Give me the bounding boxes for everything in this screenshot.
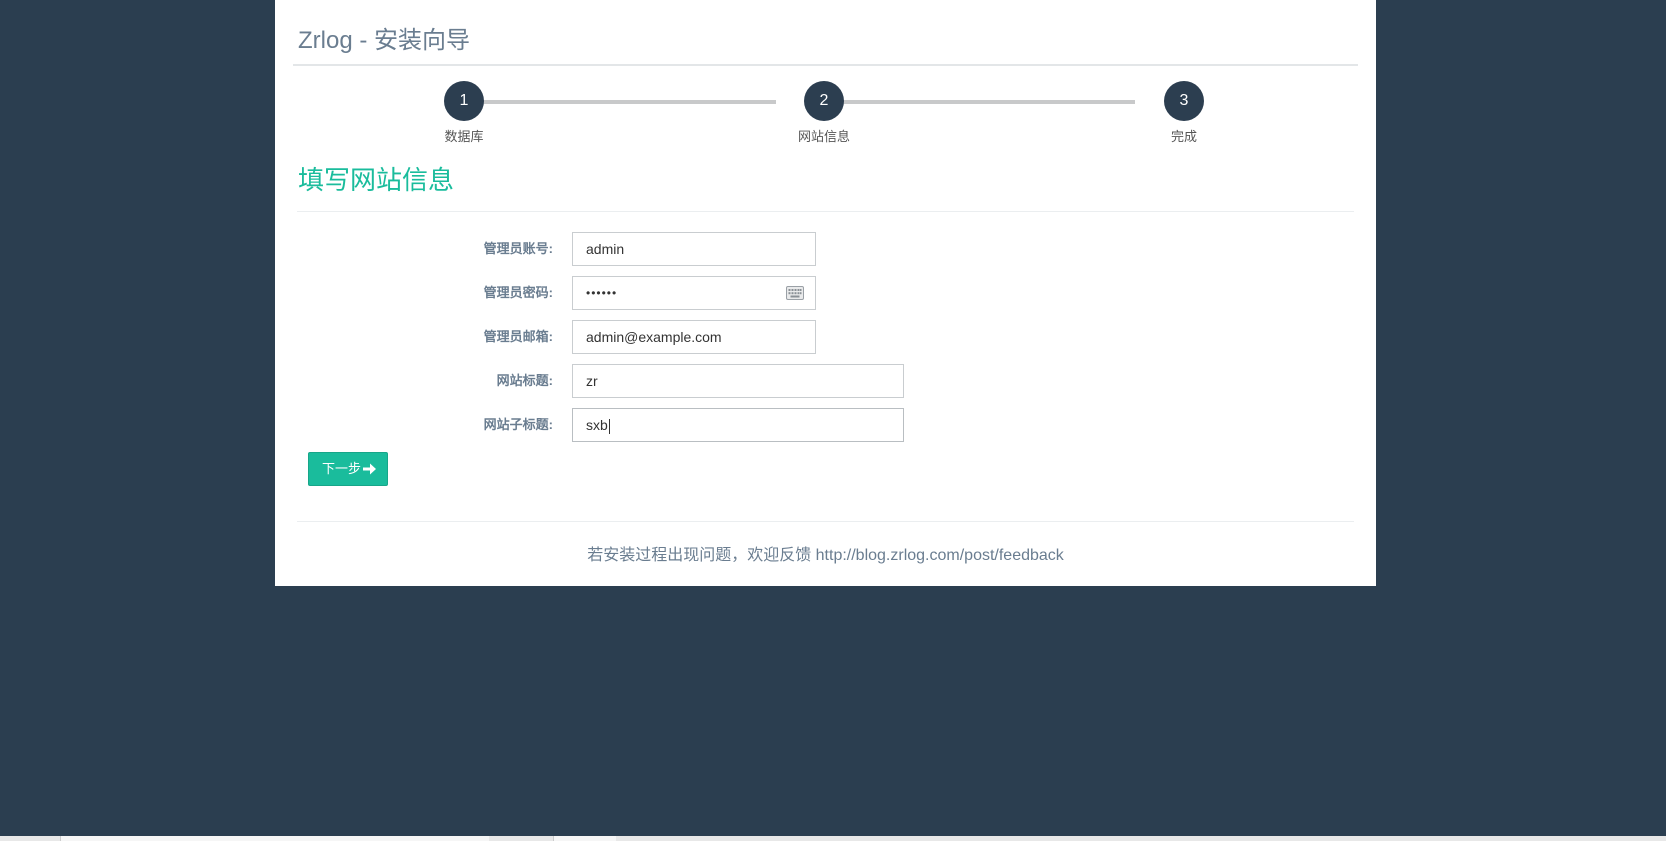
- admin-email-label: 管理员邮箱:: [483, 329, 553, 344]
- step-2-label: 网站信息: [797, 129, 850, 144]
- site-subtitle-input[interactable]: sxb: [572, 408, 904, 442]
- admin-account-label: 管理员账号:: [483, 241, 553, 256]
- step-2-circle: 2: [804, 81, 844, 121]
- step-3-circle: 3: [1164, 81, 1204, 121]
- site-subtitle-value: sxb: [586, 417, 608, 433]
- text-caret: [608, 418, 610, 434]
- step-3-label: 完成: [1170, 129, 1197, 144]
- next-step-button[interactable]: 下一步: [308, 452, 388, 486]
- admin-password-label: 管理员密码:: [483, 285, 553, 300]
- taskbar-tab[interactable]: [553, 836, 616, 841]
- site-title-label: 网站标题:: [496, 373, 553, 388]
- step-1-label: 数据库: [444, 129, 484, 144]
- section-divider: [297, 211, 1354, 212]
- admin-account-value: admin: [586, 241, 625, 257]
- feedback-footer: 若安装过程出现问题，欢迎反馈 http://blog.zrlog.com/pos…: [587, 547, 1064, 564]
- admin-account-input[interactable]: admin: [572, 232, 816, 266]
- wizard-steps: 1 数据库 2 网站信息 3 完成: [275, 0, 1376, 150]
- footer-divider: [297, 521, 1354, 522]
- admin-password-value: ••••••: [586, 286, 618, 300]
- site-subtitle-label: 网站子标题:: [483, 417, 553, 432]
- site-title-input[interactable]: zr: [572, 364, 904, 398]
- section-title: 填写网站信息: [298, 165, 455, 195]
- step-connector-1-2: [456, 100, 776, 104]
- next-step-label: 下一步: [322, 461, 362, 476]
- step-1-circle: 1: [444, 81, 484, 121]
- admin-email-input[interactable]: admin@example.com: [572, 320, 816, 354]
- keyboard-icon[interactable]: [786, 286, 804, 300]
- step-connector-2-3: [816, 100, 1135, 104]
- arrow-right-icon: [363, 463, 376, 475]
- install-wizard-panel: Zrlog - 安装向导 1 数据库 2 网站信息 3 完成 填写网站信息 管理…: [275, 0, 1376, 586]
- admin-email-value: admin@example.com: [586, 329, 722, 345]
- taskbar-tab[interactable]: [60, 836, 489, 841]
- admin-password-input[interactable]: ••••••: [572, 276, 816, 310]
- site-title-value: zr: [586, 373, 598, 389]
